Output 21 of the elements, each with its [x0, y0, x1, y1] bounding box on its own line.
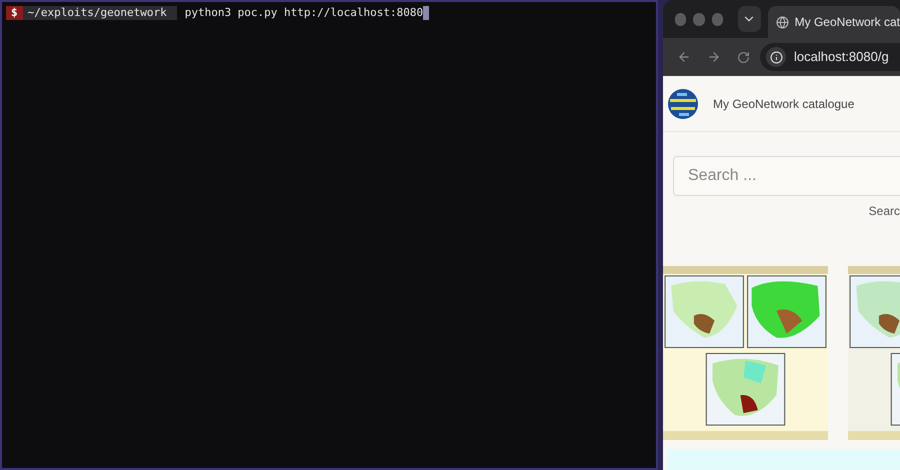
search-field[interactable]: Search ...	[673, 156, 900, 196]
reload-icon[interactable]	[737, 50, 750, 64]
search-label: Searc	[868, 203, 900, 220]
site-title: My GeoNetwork catalogue	[713, 96, 854, 112]
tab-title: My GeoNetwork cat	[794, 14, 900, 31]
prompt-path: ~/exploits/geonetwork	[22, 6, 177, 20]
tab-list-button[interactable]	[738, 6, 761, 32]
address-bar[interactable]: localhost:8080/g	[760, 43, 900, 71]
close-window-icon[interactable]	[675, 12, 686, 26]
prompt-symbol: $	[6, 6, 23, 20]
globe-icon	[776, 16, 789, 28]
globe-logo-icon	[667, 88, 699, 120]
command-text: python3 poc.py http://localhost:8080	[184, 6, 424, 20]
maximize-window-icon[interactable]	[712, 12, 723, 26]
forward-icon[interactable]	[707, 50, 721, 64]
site-info-icon[interactable]	[766, 47, 786, 67]
browser-tab[interactable]: My GeoNetwork cat	[768, 6, 900, 38]
back-icon[interactable]	[677, 50, 691, 64]
minimize-window-icon[interactable]	[693, 12, 705, 26]
address-text: localhost:8080/g	[794, 48, 889, 66]
cursor	[423, 6, 430, 20]
